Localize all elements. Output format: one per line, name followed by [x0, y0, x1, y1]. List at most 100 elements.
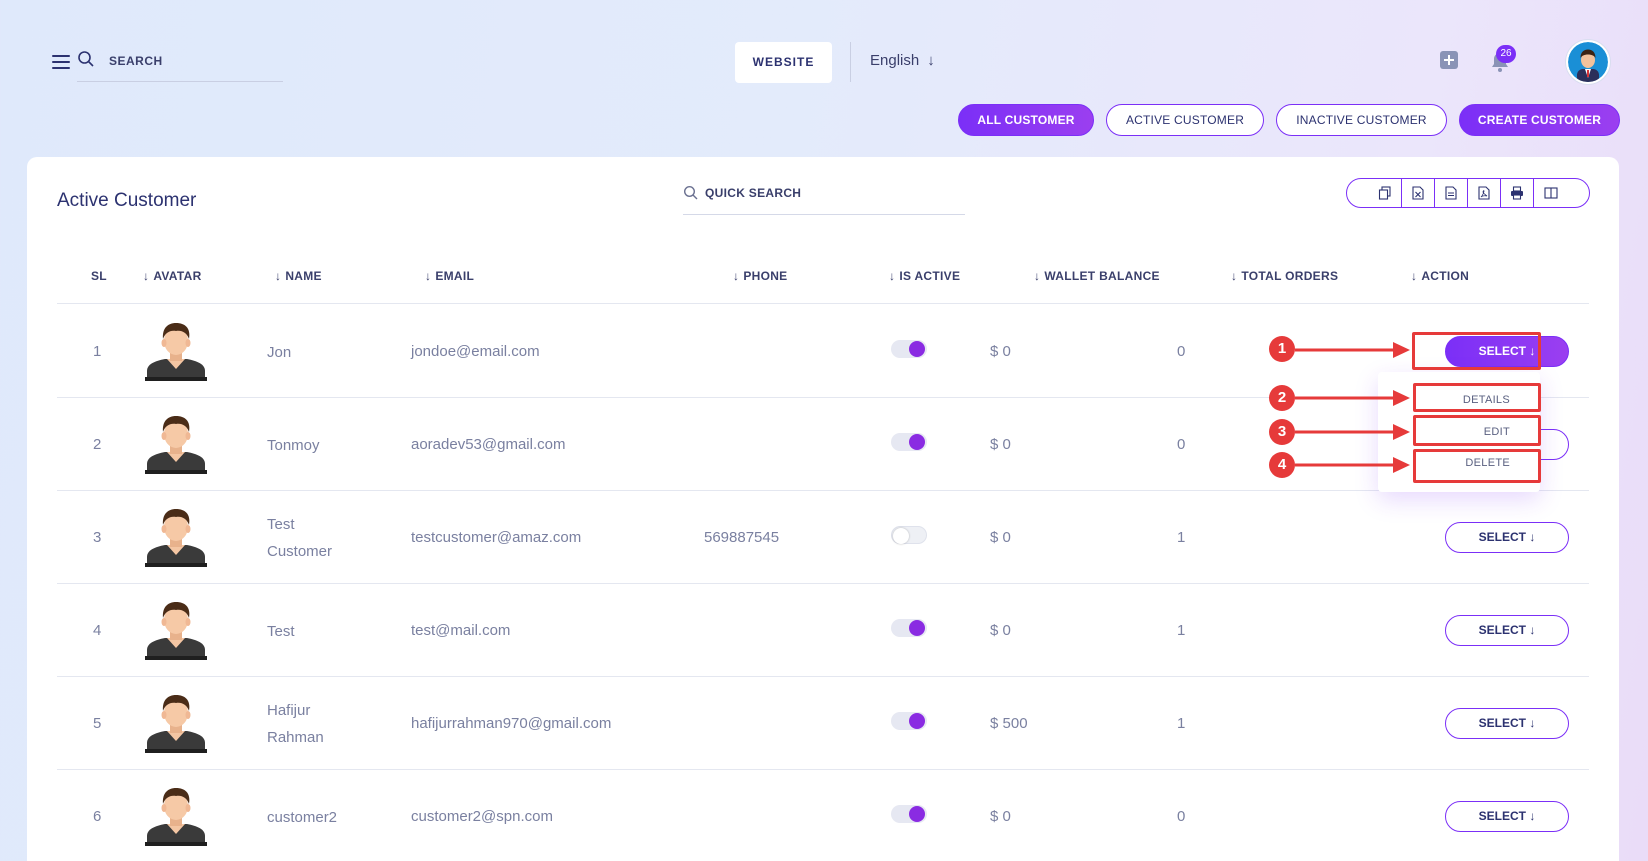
row-email: hafijurrahman970@gmail.com — [411, 714, 612, 732]
annotation-highlight-details — [1413, 383, 1541, 412]
quick-search-input[interactable]: QUICK SEARCH — [683, 177, 965, 215]
row-name: Hafijur Rahman — [267, 697, 324, 751]
columns-button[interactable] — [1534, 179, 1567, 207]
table-row: 6 customer2 customer2@spn.com $ 0 0 SELE… — [57, 770, 1589, 861]
row-name-line1: Test — [267, 515, 295, 533]
is-active-toggle[interactable] — [891, 804, 927, 823]
is-active-toggle[interactable] — [891, 432, 927, 451]
select-label: SELECT — [1478, 808, 1526, 823]
notification-badge: 26 — [1496, 45, 1516, 63]
toggle-knob — [909, 619, 925, 636]
annotation-callout-4: 4 — [1269, 452, 1295, 478]
select-label: SELECT — [1478, 715, 1526, 730]
user-avatar[interactable] — [1566, 40, 1610, 84]
annotation-highlight-select — [1412, 332, 1541, 370]
arrow-down-icon: ↓ — [1529, 529, 1536, 544]
select-action-button[interactable]: SELECT ↓ — [1445, 614, 1569, 646]
row-wallet-balance: $ 0 — [990, 621, 1011, 639]
column-email[interactable]: ↓ EMAIL — [425, 269, 474, 283]
active-customer-button[interactable]: ACTIVE CUSTOMER — [1106, 104, 1264, 136]
column-phone[interactable]: ↓ PHONE — [733, 269, 788, 283]
column-action[interactable]: ↓ ACTION — [1411, 269, 1469, 283]
filter-bar: ALL CUSTOMER ACTIVE CUSTOMER INACTIVE CU… — [0, 104, 1648, 136]
annotation-callout-2: 2 — [1269, 385, 1295, 411]
row-wallet-balance: $ 0 — [990, 342, 1011, 360]
language-selector[interactable]: English ↓ — [870, 52, 935, 69]
row-sl: 6 — [93, 807, 102, 825]
row-name: Test — [267, 618, 295, 645]
column-name[interactable]: ↓ NAME — [275, 269, 322, 283]
pdf-export-button[interactable] — [1468, 179, 1501, 207]
arrow-down-icon: ↓ — [1529, 622, 1536, 637]
column-phone-label: PHONE — [743, 269, 788, 283]
search-icon — [78, 51, 94, 67]
sort-arrow-icon: ↓ — [1231, 269, 1238, 283]
row-email: testcustomer@amaz.com — [411, 528, 582, 546]
row-name-line1: Test — [267, 622, 295, 640]
row-sl: 1 — [93, 342, 102, 360]
row-total-orders: 0 — [1177, 807, 1186, 825]
row-sl: 2 — [93, 435, 102, 453]
divider — [850, 42, 851, 82]
print-button[interactable] — [1501, 179, 1534, 207]
sort-arrow-icon: ↓ — [425, 269, 432, 283]
annotation-callout-1: 1 — [1269, 336, 1295, 362]
copy-icon — [1378, 186, 1391, 200]
website-button[interactable]: WEBSITE — [735, 42, 832, 83]
row-phone: 569887545 — [704, 528, 780, 546]
arrow-down-icon: ↓ — [927, 52, 935, 69]
toggle-knob — [893, 527, 909, 544]
toggle-knob — [909, 340, 925, 357]
select-action-button[interactable]: SELECT ↓ — [1445, 800, 1569, 832]
sort-arrow-icon: ↓ — [1411, 269, 1418, 283]
column-total-orders[interactable]: ↓ TOTAL ORDERS — [1231, 269, 1338, 283]
all-customer-button[interactable]: ALL CUSTOMER — [958, 104, 1094, 136]
select-action-button[interactable]: SELECT ↓ — [1445, 521, 1569, 553]
copy-button[interactable] — [1369, 179, 1402, 207]
row-sl: 4 — [93, 621, 102, 639]
is-active-toggle[interactable] — [891, 711, 927, 730]
column-avatar[interactable]: ↓ AVATAR — [143, 269, 202, 283]
column-email-label: EMAIL — [435, 269, 475, 283]
sort-arrow-icon: ↓ — [275, 269, 282, 283]
row-name-line2: Customer — [267, 542, 333, 560]
row-name-line1: customer2 — [267, 808, 338, 826]
add-square-icon[interactable] — [1440, 51, 1458, 69]
excel-export-button[interactable] — [1402, 179, 1435, 207]
is-active-toggle[interactable] — [891, 339, 927, 358]
table-header: SL ↓ AVATAR ↓ NAME ↓ EMAIL ↓ PHONE ↓ IS ACTIV… — [57, 256, 1589, 304]
table-row: 4 Test test@mail.com $ 0 1 SELECT ↓ — [57, 584, 1589, 677]
search-input[interactable]: SEARCH — [77, 44, 283, 82]
column-is-active[interactable]: ↓ IS ACTIVE — [889, 269, 960, 283]
row-name-line1: Hafijur — [267, 701, 311, 719]
row-total-orders: 1 — [1177, 528, 1186, 546]
row-name: Tonmoy — [267, 432, 320, 459]
column-sl[interactable]: SL — [91, 269, 107, 283]
select-action-button[interactable]: SELECT ↓ — [1445, 707, 1569, 739]
row-sl: 5 — [93, 714, 102, 732]
is-active-toggle[interactable] — [891, 618, 927, 637]
user-avatar-image — [1568, 42, 1608, 82]
column-avatar-label: AVATAR — [153, 269, 202, 283]
row-total-orders: 1 — [1177, 714, 1186, 732]
column-action-label: ACTION — [1421, 269, 1470, 283]
arrow-down-icon: ↓ — [1529, 808, 1536, 823]
row-wallet-balance: $ 0 — [990, 807, 1011, 825]
excel-file-icon — [1412, 186, 1424, 200]
row-name-line1: Tonmoy — [267, 436, 320, 454]
annotation-highlight-edit — [1413, 415, 1541, 446]
customer-avatar — [145, 412, 207, 474]
pdf-file-icon — [1478, 186, 1490, 200]
sort-arrow-icon: ↓ — [143, 269, 150, 283]
annotation-callout-3: 3 — [1269, 419, 1295, 445]
row-name-line2: Rahman — [267, 728, 324, 746]
is-active-toggle[interactable] — [891, 525, 927, 544]
menu-icon[interactable] — [52, 55, 70, 69]
export-toolbar — [1346, 178, 1590, 208]
customer-avatar — [145, 505, 207, 567]
row-total-orders: 0 — [1177, 342, 1186, 360]
column-wallet-balance[interactable]: ↓ WALLET BALANCE — [1034, 269, 1160, 283]
inactive-customer-button[interactable]: INACTIVE CUSTOMER — [1276, 104, 1447, 136]
create-customer-button[interactable]: CREATE CUSTOMER — [1459, 104, 1620, 136]
csv-export-button[interactable] — [1435, 179, 1468, 207]
